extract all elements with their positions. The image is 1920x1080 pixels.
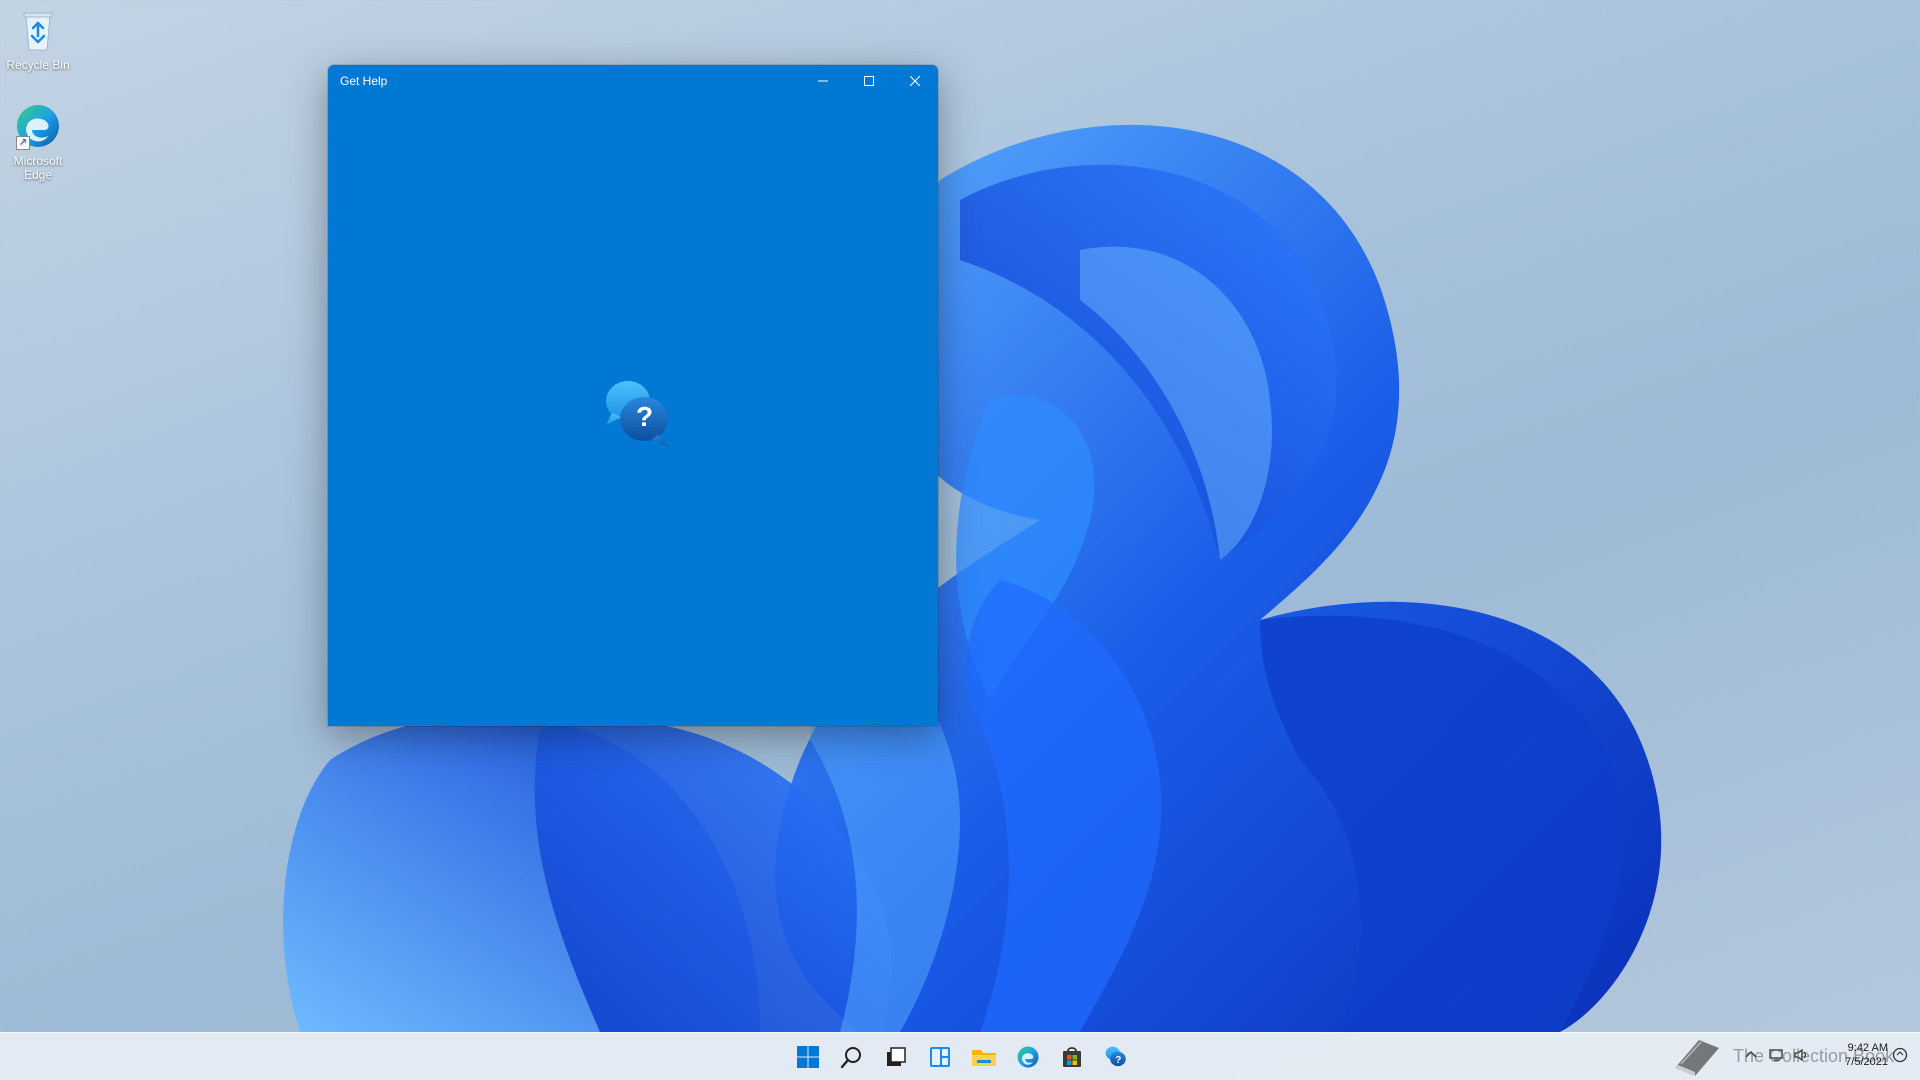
store-button[interactable] [1052,1037,1092,1077]
get-help-taskbar-button[interactable]: ? [1096,1037,1136,1077]
maximize-icon [864,76,874,86]
desktop-icon-microsoft-edge[interactable]: ↗ Microsoft Edge [0,102,76,182]
search-icon [840,1047,861,1069]
recycle-bin-icon [14,6,62,54]
title-bar[interactable]: Get Help [328,65,938,97]
widgets-button[interactable] [920,1037,960,1077]
close-icon [910,76,920,86]
window-title: Get Help [340,74,388,88]
minimize-button[interactable] [800,65,846,97]
desktop-icon-label: Recycle Bin [6,58,70,72]
shortcut-arrow-icon: ↗ [16,136,30,150]
maximize-button[interactable] [846,65,892,97]
taskbar-clock[interactable]: 9:42 AM 7/5/2021 [1818,1041,1888,1069]
store-icon [1063,1047,1081,1067]
network-icon[interactable] [1768,1046,1786,1064]
desktop-icon-recycle-bin[interactable]: Recycle Bin [0,6,76,72]
widgets-icon [930,1047,950,1067]
clock-date: 7/5/2021 [1845,1056,1888,1068]
task-view-button[interactable] [876,1037,916,1077]
edge-taskbar-button[interactable] [1008,1037,1048,1077]
task-view-icon [887,1047,906,1066]
get-help-window[interactable]: Get Help ? [328,65,938,726]
svg-text:?: ? [1115,1055,1121,1066]
search-button[interactable] [832,1037,872,1077]
desktop-icon-label: Microsoft Edge [13,154,63,182]
wallpaper-bloom [283,124,1662,1032]
close-button[interactable] [892,65,938,97]
minimize-icon [818,80,828,82]
taskbar-apps: ? [788,1033,1136,1080]
folder-icon [972,1050,996,1066]
chevron-up-icon[interactable] [1742,1046,1760,1064]
help-chat-icon: ? [1105,1046,1126,1067]
start-button[interactable] [788,1037,828,1077]
volume-icon[interactable] [1792,1046,1810,1064]
file-explorer-button[interactable] [964,1037,1004,1077]
clock-time: 9:42 AM [1847,1042,1888,1054]
taskbar: ? [0,1032,1920,1080]
edge-icon [1017,1046,1039,1068]
help-chat-icon: ? [598,373,678,453]
notification-icon[interactable] [1891,1046,1909,1064]
help-question-mark: ? [636,401,654,432]
edge-icon: ↗ [14,102,62,150]
windows-logo-icon [797,1046,819,1068]
